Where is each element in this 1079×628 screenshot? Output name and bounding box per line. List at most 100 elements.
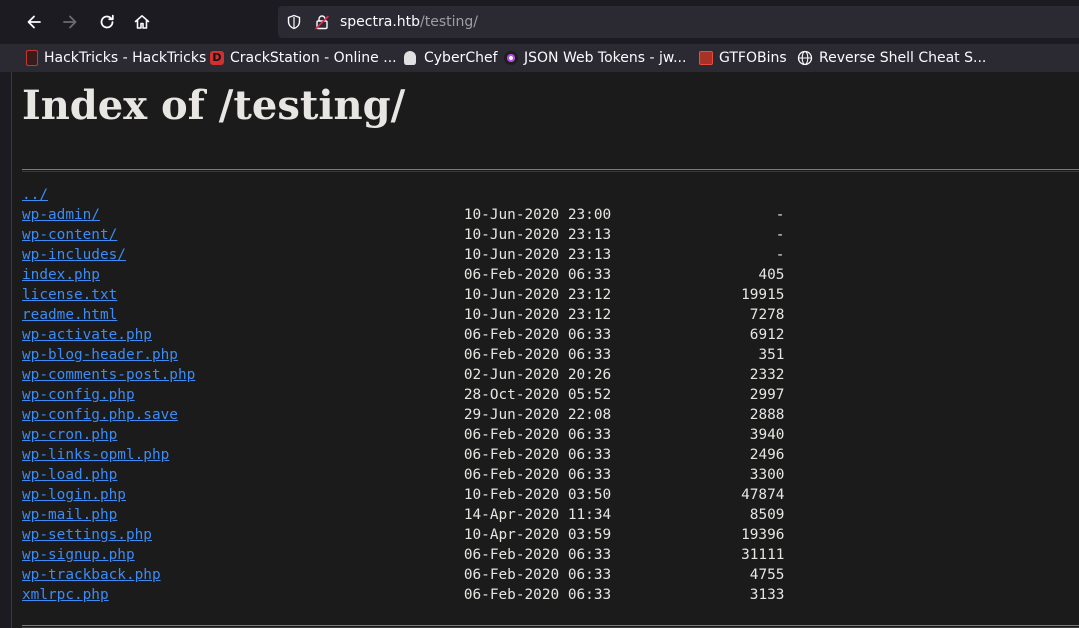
file-size: 405 [758,267,785,283]
file-modified-date: 10-Jun-2020 23:13 [463,247,612,263]
file-modified-date: 10-Jun-2020 23:12 [463,307,612,323]
file-link[interactable]: wp-blog-header.php [22,347,178,363]
file-link[interactable]: wp-content/ [22,227,117,243]
bookmark-label: CyberChef [424,50,498,66]
file-modified-date: 10-Jun-2020 23:00 [463,207,612,223]
file-link[interactable]: xmlrpc.php [22,587,109,603]
url-path: /testing/ [420,14,478,30]
file-link[interactable]: wp-mail.php [22,507,117,523]
reload-icon [100,14,114,29]
bookmark-crackstation[interactable]: D CrackStation - Online ... [210,48,397,68]
file-row: wp-content/10-Jun-2020 23:13 - [22,225,1072,245]
file-link[interactable]: wp-login.php [22,487,126,503]
gtfobins-icon [699,51,713,65]
file-size: 7278 [749,307,785,323]
file-size: 19915 [741,287,785,303]
crackstation-icon: D [210,51,224,65]
file-modified-date: 10-Jun-2020 23:12 [463,287,612,303]
forward-button[interactable] [56,8,84,36]
bookmark-reverse-shell[interactable]: Reverse Shell Cheat S... [797,48,986,68]
file-link[interactable]: wp-settings.php [22,527,152,543]
file-link[interactable]: wp-config.php [22,387,135,403]
file-modified-date: 06-Feb-2020 06:33 [463,347,612,363]
bookmark-label: CrackStation - Online ... [230,50,397,66]
file-size: 3940 [749,427,785,443]
file-link[interactable]: wp-comments-post.php [22,367,195,383]
file-row: wp-config.php.save 29-Jun-2020 22:08 2888 [22,405,1072,425]
reload-button[interactable] [93,8,121,36]
file-row: wp-signup.php 06-Feb-2020 06:33 31111 [22,545,1072,565]
file-row: wp-cron.php 06-Feb-2020 06:33 3940 [22,425,1072,445]
file-size: - [775,227,785,243]
file-link[interactable]: wp-cron.php [22,427,117,443]
file-link[interactable]: wp-trackback.php [22,567,161,583]
file-row: wp-mail.php 14-Apr-2020 11:34 8509 [22,505,1072,525]
bookmark-cyberchef[interactable]: CyberChef [404,48,498,68]
forward-arrow-icon [63,15,77,29]
file-size: 2332 [749,367,785,383]
file-link[interactable]: wp-activate.php [22,327,152,343]
file-modified-date: 06-Feb-2020 06:33 [463,267,612,283]
file-modified-date: 06-Feb-2020 06:33 [463,427,612,443]
file-modified-date: 10-Jun-2020 23:13 [463,227,612,243]
file-link[interactable]: index.php [22,267,100,283]
insecure-lock-icon[interactable] [314,14,330,30]
file-size: 4755 [749,567,785,583]
page-content: Index of /testing/ ../ wp-admin/10-Jun-2… [12,72,1079,628]
file-row: wp-admin/10-Jun-2020 23:00 - [22,205,1072,225]
file-link[interactable]: wp-config.php.save [22,407,178,423]
file-link[interactable]: wp-links-opml.php [22,447,169,463]
file-modified-date: 06-Feb-2020 06:33 [463,567,612,583]
parent-directory-link[interactable]: ../ [22,187,48,203]
file-modified-date: 10-Apr-2020 03:59 [463,527,612,543]
file-size: 3300 [749,467,785,483]
address-bar[interactable]: spectra.htb/testing/ [278,6,1079,38]
bookmarks-toolbar: HackTricks - HackTricks D CrackStation -… [0,44,1079,72]
top-divider [22,169,1079,172]
file-row: readme.html 10-Jun-2020 23:12 7278 [22,305,1072,325]
file-size: 8509 [749,507,785,523]
file-row: index.php 06-Feb-2020 06:33 405 [22,265,1072,285]
bookmark-hacktricks[interactable]: HackTricks - HackTricks [24,48,206,68]
home-icon [134,15,150,29]
file-size: 6912 [749,327,785,343]
file-row: wp-config.php 28-Oct-2020 05:52 2997 [22,385,1072,405]
cyberchef-icon [404,51,416,65]
back-button[interactable] [20,8,48,36]
file-row: license.txt 10-Jun-2020 23:12 19915 [22,285,1072,305]
browser-toolbar: spectra.htb/testing/ [0,0,1079,44]
bookmark-label: Reverse Shell Cheat S... [819,50,987,66]
bookmark-jwt[interactable]: JSON Web Tokens - jw... [504,48,686,68]
directory-listing: ../ wp-admin/10-Jun-2020 23:00- wp-conten… [22,185,1072,605]
file-size: - [775,207,785,223]
url-text[interactable]: spectra.htb/testing/ [340,6,478,38]
bookmark-label: JSON Web Tokens - jw... [524,50,687,66]
bookmark-gtfobins[interactable]: GTFOBins [699,48,787,68]
file-size: 351 [758,347,785,363]
file-link[interactable]: wp-includes/ [22,247,126,263]
file-size: - [775,247,785,263]
file-row: wp-blog-header.php 06-Feb-2020 06:33 351 [22,345,1072,365]
page-title: Index of /testing/ [22,82,406,129]
file-link[interactable]: readme.html [22,307,117,323]
file-link[interactable]: license.txt [22,287,117,303]
file-modified-date: 06-Feb-2020 06:33 [463,547,612,563]
file-row: wp-comments-post.php 02-Jun-2020 20:26 233… [22,365,1072,385]
file-size: 3133 [749,587,785,603]
file-size: 31111 [741,547,785,563]
file-link[interactable]: wp-admin/ [22,207,100,223]
jwt-icon [504,51,518,65]
file-row: xmlrpc.php 06-Feb-2020 06:33 3133 [22,585,1072,605]
file-modified-date: 28-Oct-2020 05:52 [463,387,612,403]
file-modified-date: 29-Jun-2020 22:08 [463,407,612,423]
file-modified-date: 06-Feb-2020 06:33 [463,587,612,603]
file-row: wp-load.php 06-Feb-2020 06:33 3300 [22,465,1072,485]
file-link[interactable]: wp-load.php [22,467,117,483]
file-modified-date: 06-Feb-2020 06:33 [463,447,612,463]
home-button[interactable] [128,8,156,36]
file-row: wp-includes/10-Jun-2020 23:13 - [22,245,1072,265]
tracking-protection-shield-icon[interactable] [286,14,302,30]
file-row: wp-login.php 10-Feb-2020 03:50 47874 [22,485,1072,505]
hacktricks-icon [26,50,38,66]
file-link[interactable]: wp-signup.php [22,547,135,563]
